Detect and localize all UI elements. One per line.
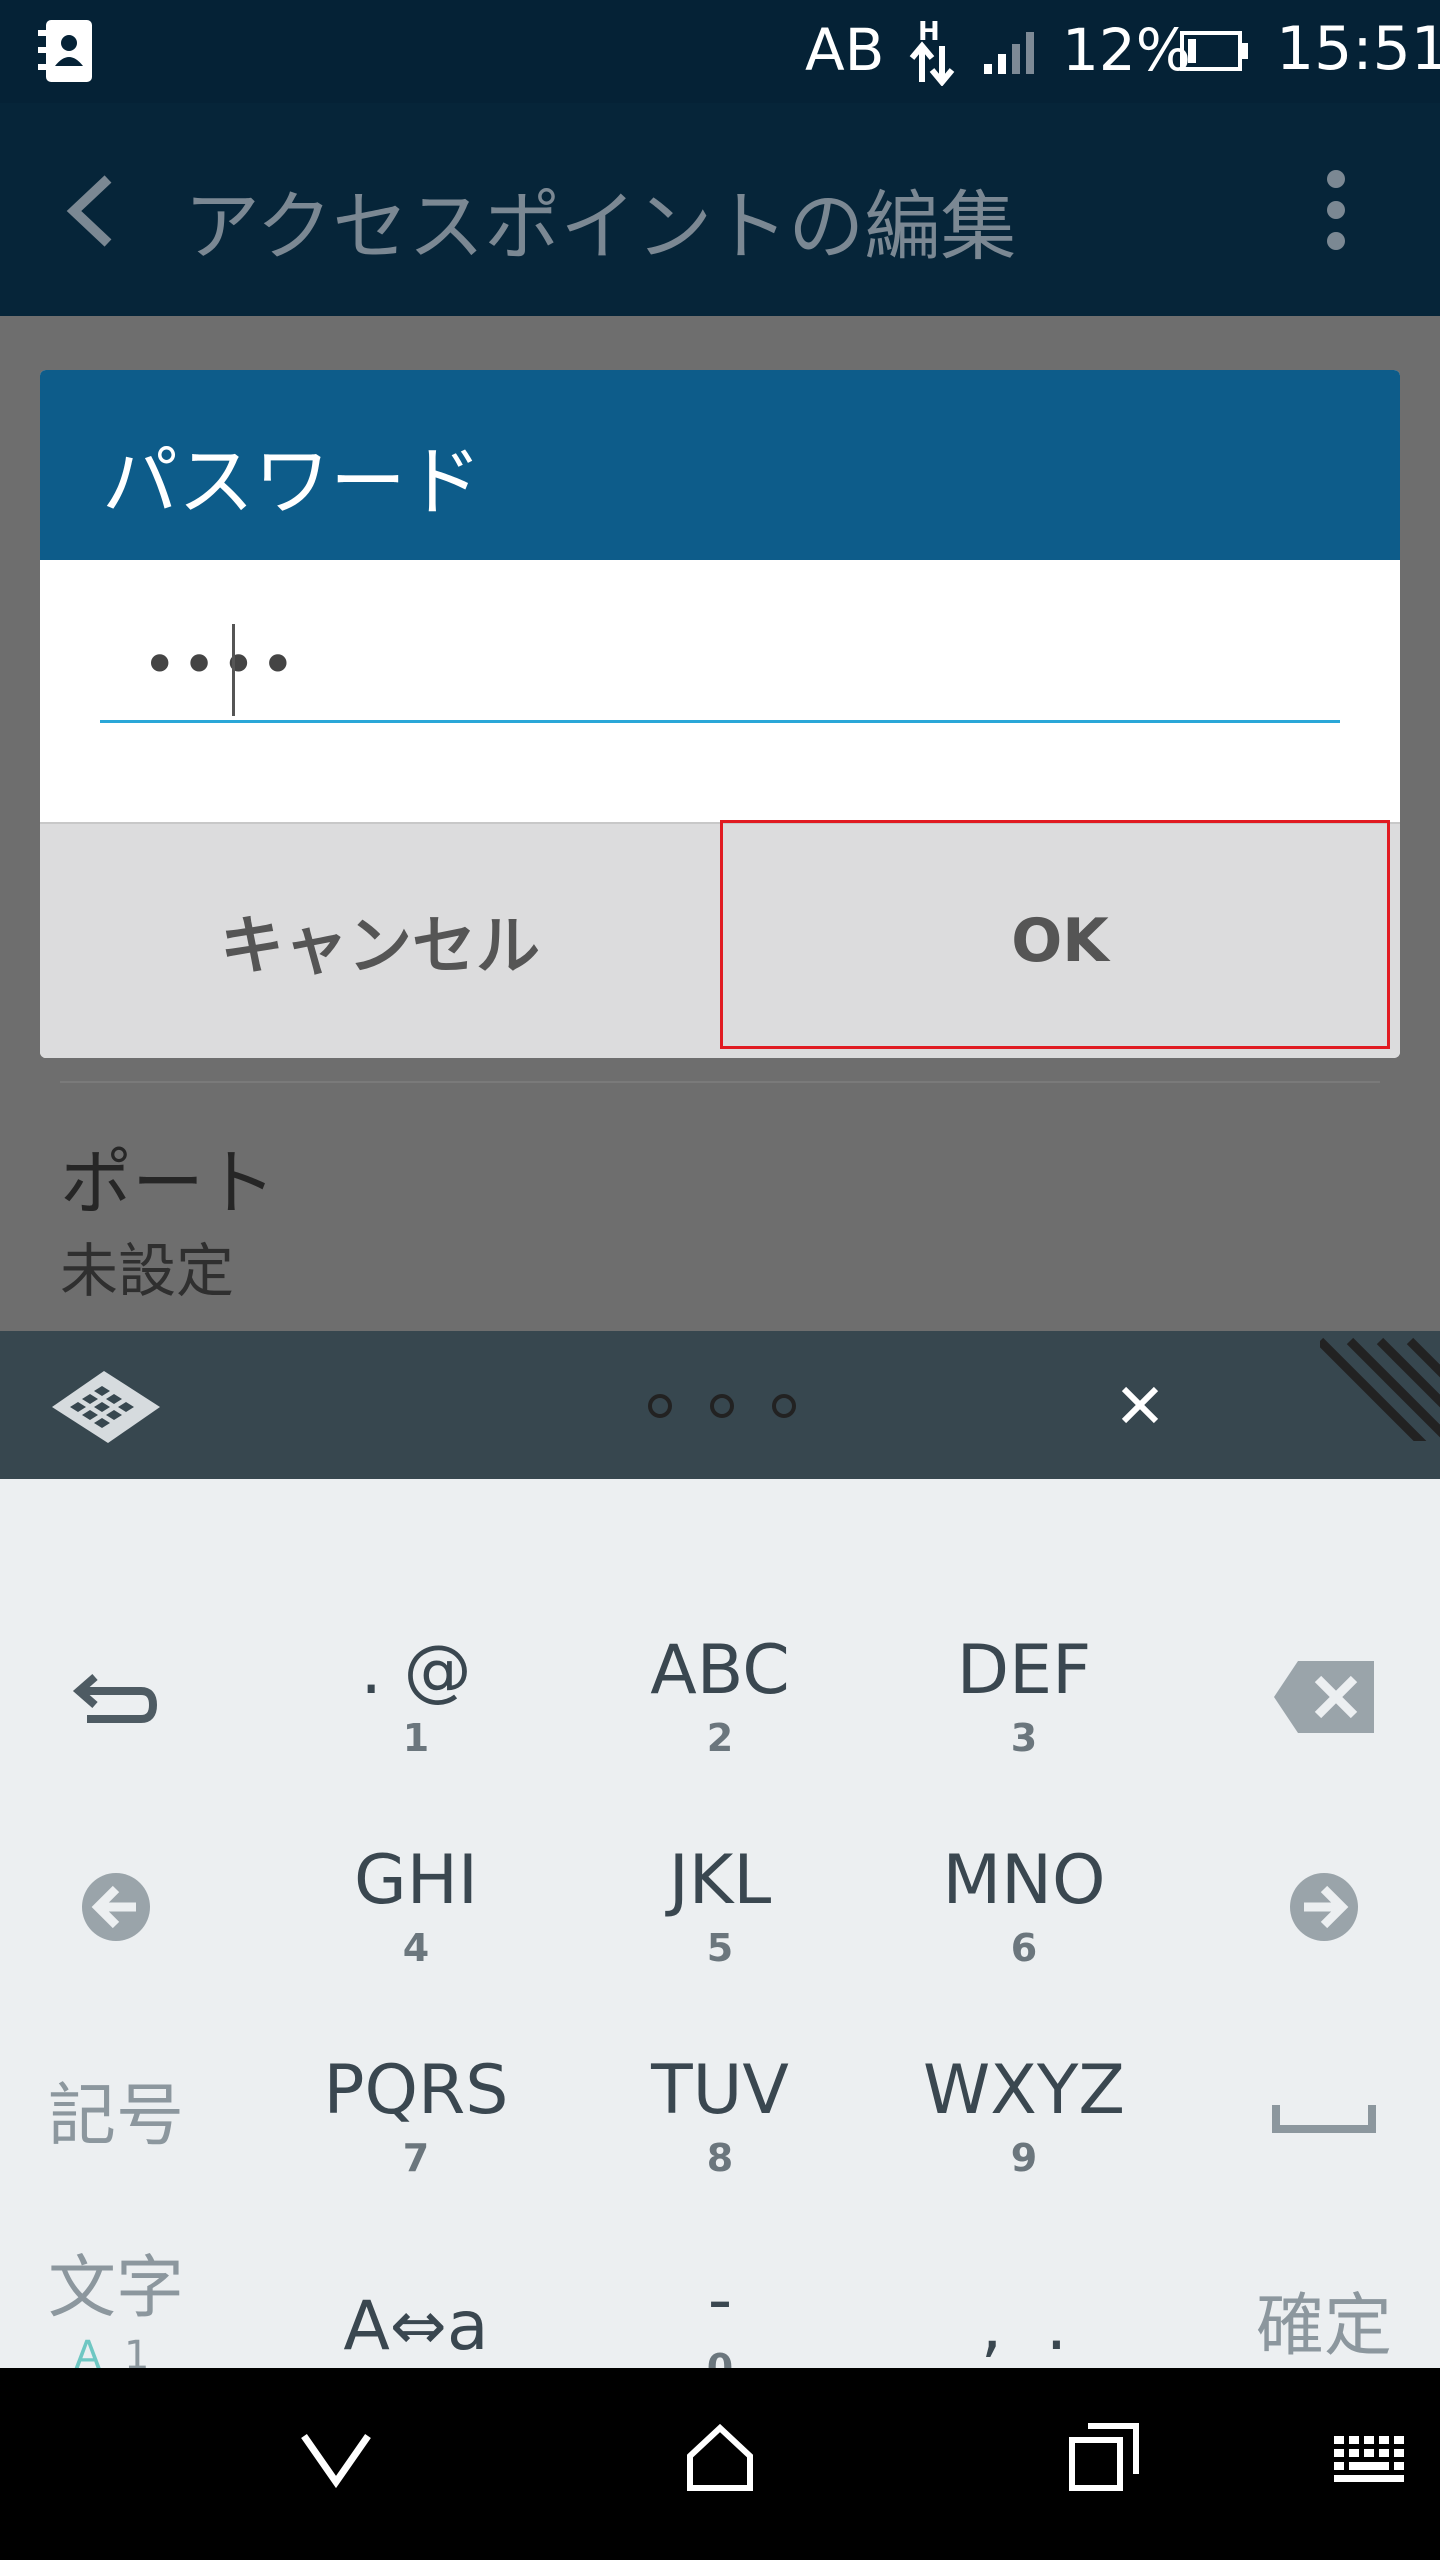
- key-9[interactable]: WXYZ 9: [884, 2017, 1164, 2217]
- key-label: DEF: [956, 1631, 1092, 1710]
- action-bar: アクセスポイントの編集: [0, 103, 1440, 316]
- space-icon: [1272, 2105, 1376, 2133]
- battery-icon: [1180, 31, 1248, 71]
- navigation-bar: [0, 2368, 1440, 2560]
- close-keyboard-icon[interactable]: [1118, 1383, 1162, 1427]
- key-label: JKL: [668, 1841, 772, 1920]
- overflow-menu-icon[interactable]: [1316, 165, 1356, 255]
- home-icon[interactable]: [686, 2424, 754, 2492]
- password-dialog: パスワード •••• キャンセル OK: [40, 370, 1400, 1058]
- port-setting-value: 未設定: [60, 1237, 235, 1305]
- key-label: MNO: [942, 1841, 1106, 1920]
- key-sublabel: 2: [706, 1716, 734, 1760]
- back-icon[interactable]: [60, 171, 120, 251]
- dialog-title: パスワード: [102, 437, 482, 526]
- key-sublabel: 9: [1010, 2136, 1038, 2180]
- page-indicator-icon: [648, 1394, 796, 1418]
- backspace-key[interactable]: [1184, 1597, 1440, 1797]
- backspace-icon: [1274, 1661, 1374, 1733]
- port-setting-title[interactable]: ポート: [60, 1124, 276, 1229]
- recent-apps-icon[interactable]: [1068, 2422, 1140, 2492]
- key-label: . @: [360, 1631, 472, 1710]
- cursor-right-key[interactable]: [1184, 1807, 1440, 2007]
- key-label: 文字: [47, 2249, 184, 2328]
- ok-button[interactable]: OK: [720, 822, 1400, 1058]
- page-title: アクセスポイントの編集: [184, 182, 1017, 271]
- key-6[interactable]: MNO 6: [884, 1807, 1164, 2007]
- key-label: A⇔a: [343, 2287, 489, 2366]
- key-sublabel: 6: [1010, 1926, 1038, 1970]
- key-3[interactable]: DEF 3: [884, 1597, 1164, 1797]
- cursor-left-icon: [82, 1873, 150, 1941]
- contacts-icon: [38, 20, 92, 82]
- back-nav-icon[interactable]: [300, 2432, 372, 2488]
- key-label: 記号: [47, 2077, 184, 2156]
- key-sublabel: 8: [706, 2136, 734, 2180]
- dialog-header: パスワード: [40, 370, 1400, 560]
- undo-key[interactable]: [0, 1597, 256, 1797]
- password-value: ••••: [142, 630, 300, 700]
- key-label: , .: [980, 2287, 1068, 2366]
- dialog-button-bar: キャンセル OK: [40, 822, 1400, 1058]
- key-label: TUV: [651, 2051, 789, 2130]
- key-2[interactable]: ABC 2: [580, 1597, 860, 1797]
- space-key[interactable]: [1184, 2017, 1440, 2217]
- cursor-left-key[interactable]: [0, 1807, 256, 2007]
- key-7[interactable]: PQRS 7: [276, 2017, 556, 2217]
- key-sublabel: 7: [402, 2136, 430, 2180]
- signal-icon: [984, 32, 1034, 74]
- status-bar: AB H 12% 15:51: [0, 0, 1440, 103]
- text-cursor: [232, 624, 235, 716]
- keyboard-layout-icon[interactable]: [48, 1367, 164, 1447]
- key-label: GHI: [354, 1841, 478, 1920]
- key-8[interactable]: TUV 8: [580, 2017, 860, 2217]
- key-label: -: [707, 2261, 733, 2340]
- undo-icon: [72, 1673, 158, 1723]
- symbols-key[interactable]: 記号: [0, 2017, 256, 2217]
- key-sublabel: 3: [1010, 1716, 1038, 1760]
- key-label: 確定: [1255, 2287, 1392, 2366]
- key-label: WXYZ: [923, 2051, 1125, 2130]
- keyboard: . @ 1 ABC 2 DEF 3 GHI 4 JKL 5 MNO 6 記号 P…: [0, 1479, 1440, 2393]
- key-label: ABC: [650, 1631, 790, 1710]
- cursor-right-icon: [1290, 1873, 1358, 1941]
- key-sublabel: 5: [706, 1926, 734, 1970]
- key-5[interactable]: JKL 5: [580, 1807, 860, 2007]
- resize-handle-icon[interactable]: [1320, 1331, 1440, 1441]
- keyboard-switch-icon[interactable]: [1334, 2436, 1404, 2482]
- password-input[interactable]: ••••: [100, 620, 1340, 723]
- key-sublabel: 4: [402, 1926, 430, 1970]
- key-4[interactable]: GHI 4: [276, 1807, 556, 2007]
- keyboard-toolbar: [0, 1331, 1440, 1479]
- data-hspa-icon: H: [909, 18, 955, 86]
- cancel-button[interactable]: キャンセル: [40, 822, 720, 1058]
- clock: 15:51: [1276, 14, 1440, 84]
- key-1[interactable]: . @ 1: [276, 1597, 556, 1797]
- key-sublabel: 1: [402, 1716, 430, 1760]
- divider: [60, 1081, 1380, 1083]
- network-label: AB: [805, 16, 885, 84]
- key-label: PQRS: [323, 2051, 509, 2130]
- dialog-body: ••••: [40, 560, 1400, 822]
- battery-percent: 12%: [1062, 16, 1191, 84]
